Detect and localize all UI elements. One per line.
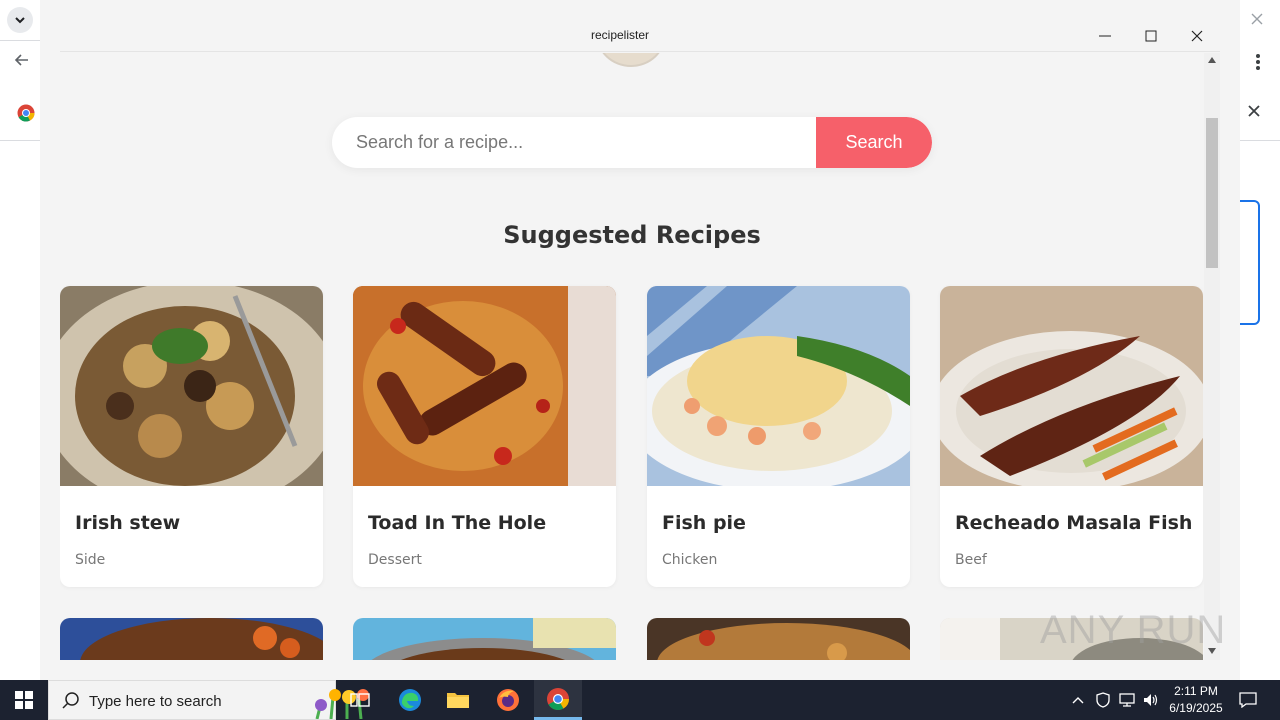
defender-tray-button[interactable] bbox=[1092, 680, 1114, 720]
notifications-button[interactable] bbox=[1228, 680, 1268, 720]
search-button[interactable]: Search bbox=[816, 117, 932, 168]
scroll-thumb[interactable] bbox=[1206, 118, 1218, 268]
recipe-image bbox=[60, 618, 323, 660]
recipe-card[interactable]: Recheado Masala Fish Beef bbox=[940, 286, 1203, 587]
recipe-card[interactable]: Toad In The Hole Dessert bbox=[353, 286, 616, 587]
file-explorer-button[interactable] bbox=[434, 680, 482, 720]
search-bar: Search bbox=[332, 117, 932, 168]
taskbar-search-placeholder: Type here to search bbox=[89, 693, 222, 710]
divider bbox=[0, 140, 40, 141]
scroll-up-icon[interactable] bbox=[1208, 57, 1216, 63]
recipe-category: Side bbox=[75, 552, 106, 568]
firefox-icon bbox=[497, 689, 519, 711]
recipe-category: Dessert bbox=[368, 552, 422, 568]
recipe-title: Fish pie bbox=[662, 512, 746, 534]
close-window-button[interactable] bbox=[1174, 20, 1220, 52]
show-hidden-icons-button[interactable] bbox=[1068, 680, 1088, 720]
clock-time: 2:11 PM bbox=[1174, 684, 1218, 698]
back-arrow-icon[interactable] bbox=[12, 52, 32, 72]
chevron-up-icon bbox=[1072, 697, 1084, 704]
folder-icon bbox=[447, 693, 469, 708]
chrome-logo-icon bbox=[17, 104, 35, 122]
logo-image bbox=[596, 53, 666, 67]
task-view-icon bbox=[350, 693, 370, 707]
search-input[interactable] bbox=[332, 117, 816, 168]
edge-icon bbox=[399, 689, 421, 711]
recipe-image bbox=[353, 618, 616, 660]
recipe-image bbox=[647, 286, 910, 486]
shield-icon bbox=[1096, 692, 1110, 708]
title-bar[interactable]: recipelister bbox=[60, 20, 1220, 52]
chrome-icon bbox=[547, 687, 569, 710]
divider bbox=[1240, 140, 1280, 141]
recipe-image bbox=[647, 618, 910, 660]
recipe-image bbox=[940, 286, 1203, 486]
taskbar-clock[interactable]: 2:11 PM 6/19/2025 bbox=[1164, 683, 1228, 717]
chevron-down-icon bbox=[15, 17, 25, 24]
close-icon bbox=[1191, 30, 1203, 42]
volume-tray-button[interactable] bbox=[1140, 680, 1162, 720]
windows-logo-icon bbox=[15, 691, 33, 709]
maximize-button[interactable] bbox=[1128, 20, 1174, 52]
recipe-title: Irish stew bbox=[75, 512, 181, 534]
section-title: Suggested Recipes bbox=[503, 221, 761, 249]
minimize-button[interactable] bbox=[1082, 20, 1128, 52]
recipe-category: Chicken bbox=[662, 552, 718, 568]
watermark: ANY RUN bbox=[1040, 608, 1227, 652]
notification-icon bbox=[1239, 692, 1257, 708]
recipe-card[interactable] bbox=[60, 618, 323, 660]
recipe-card[interactable]: Fish pie Chicken bbox=[647, 286, 910, 587]
close-icon[interactable] bbox=[1247, 10, 1267, 30]
task-view-button[interactable] bbox=[336, 680, 384, 720]
vertical-scrollbar[interactable] bbox=[1204, 53, 1220, 660]
recipe-title: Recheado Masala Fish bbox=[955, 512, 1193, 534]
more-menu-icon[interactable] bbox=[1250, 52, 1266, 74]
speaker-icon bbox=[1144, 694, 1158, 706]
recipe-title: Toad In The Hole bbox=[368, 512, 547, 534]
clock-date: 6/19/2025 bbox=[1169, 701, 1223, 715]
recipe-card[interactable] bbox=[647, 618, 910, 660]
recipe-card[interactable]: Irish stew Side bbox=[60, 286, 323, 587]
taskbar: Type here to search 2:11 PM 6/19/2025 bbox=[0, 680, 1280, 720]
divider bbox=[0, 40, 40, 41]
firefox-button[interactable] bbox=[484, 680, 532, 720]
recipe-card[interactable] bbox=[353, 618, 616, 660]
maximize-icon bbox=[1145, 30, 1157, 42]
page-content[interactable]: Search Suggested Recipes Irish stew Side bbox=[60, 53, 1204, 660]
taskbar-search-box[interactable]: Type here to search bbox=[48, 680, 369, 720]
network-icon bbox=[1119, 693, 1135, 707]
chrome-button[interactable] bbox=[534, 680, 582, 720]
close-icon[interactable] bbox=[1244, 102, 1264, 122]
side-panel-edge bbox=[1240, 200, 1260, 325]
tab-search-button[interactable] bbox=[7, 7, 33, 33]
start-button[interactable] bbox=[0, 680, 48, 720]
search-icon bbox=[62, 692, 79, 709]
recipe-image bbox=[60, 286, 323, 486]
recipe-image bbox=[353, 286, 616, 486]
minimize-icon bbox=[1099, 35, 1111, 37]
edge-button[interactable] bbox=[386, 680, 434, 720]
network-tray-button[interactable] bbox=[1116, 680, 1138, 720]
window-title: recipelister bbox=[590, 28, 650, 42]
recipe-category: Beef bbox=[955, 552, 987, 568]
